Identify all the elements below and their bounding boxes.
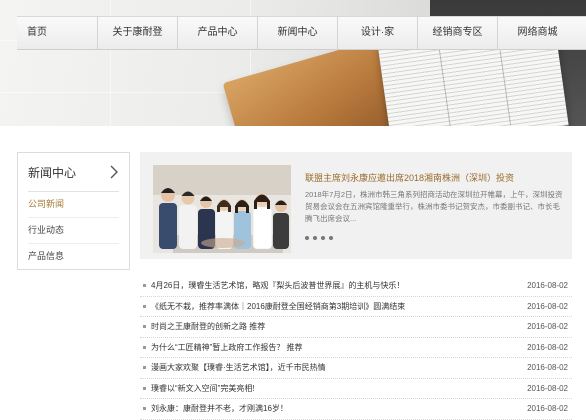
person-figure	[273, 200, 289, 249]
featured-news-summary: 2018年7月2日，株洲市韩三角系列招商活动在深圳拉开帷幕，上午，深圳投资贸易会…	[305, 190, 563, 223]
carousel-dot[interactable]	[313, 236, 317, 240]
nav-item-5[interactable]: 经销商专区	[417, 17, 497, 49]
featured-news-title[interactable]: 联盟主席刘永康应邀出席2018湘南株洲（深圳）投资	[305, 171, 567, 184]
bullet-icon	[143, 407, 146, 410]
featured-news: 联盟主席刘永康应邀出席2018湘南株洲（深圳）投资 2018年7月2日，株洲市韩…	[140, 152, 572, 259]
sidebar-list: 公司新闻 行业动态 产品信息	[18, 192, 129, 269]
nav-item-4[interactable]: 设计·家	[337, 17, 417, 49]
bullet-icon	[143, 386, 146, 390]
news-item[interactable]: 时尚之王康耐登的创新之路 推荐 2016-08-02	[140, 317, 572, 338]
sidebar-header: 新闻中心	[28, 153, 119, 192]
carousel-dot[interactable]	[329, 236, 333, 240]
news-item-date: 2016-08-02	[527, 342, 568, 352]
news-item-title[interactable]: 4月26日，璞睿生活艺术馆，略观『梨头后波普世界展』的主机与快乐！	[151, 276, 511, 295]
sidebar-item-2[interactable]: 产品信息	[28, 244, 119, 269]
news-item-date: 2016-08-02	[527, 383, 568, 393]
news-item-title[interactable]: 时尚之王康耐登的创新之路 推荐	[151, 317, 511, 336]
news-item-title[interactable]: 刘永康：康耐登并不老，才刚满16岁！	[151, 399, 511, 418]
nav-item-1[interactable]: 关于康耐登	[97, 17, 177, 49]
news-item-date: 2016-08-02	[527, 363, 568, 372]
bullet-icon	[143, 345, 146, 349]
news-item[interactable]: 4月26日，璞睿生活艺术馆，略观『梨头后波普世界展』的主机与快乐！ 2016-08…	[140, 276, 572, 297]
nav-item-6[interactable]: 网络商城	[497, 17, 577, 49]
news-item-title[interactable]: 璞睿以“新文入空间”完美亮相!	[151, 379, 511, 398]
news-item-title[interactable]: 《纸无不栽，推荐率满体｜2016康耐登全国经销商第3期培训》圆满结束	[151, 297, 511, 316]
sidebar-item-0[interactable]: 公司新闻	[28, 192, 119, 218]
news-item-date: 2016-08-02	[527, 281, 568, 290]
person-figure	[252, 193, 273, 250]
news-item[interactable]: 漫画大家欢聚【璞睿·生活艺术馆】，近千市民热情 2016-08-02	[140, 358, 572, 379]
news-photo[interactable]	[153, 165, 291, 253]
newspaper-column-rule	[437, 42, 452, 126]
news-item[interactable]: 为什么“工匠精神”暂上政府工作报告？ 推荐 2016-08-02	[140, 338, 572, 358]
sidebar-title: 新闻中心	[28, 165, 77, 180]
person-figure	[159, 188, 177, 249]
carousel-dot[interactable]	[305, 236, 309, 240]
nav-item-2[interactable]: 产品中心	[177, 17, 257, 49]
bullet-icon	[143, 325, 146, 328]
news-item[interactable]: 刘永康：康耐登并不老，才刚满16岁！ 2016-08-02	[140, 399, 572, 420]
news-item[interactable]: 璞睿以“新文入空间”完美亮相! 2016-08-02	[140, 379, 572, 399]
news-sidebar: 新闻中心 公司新闻 行业动态 产品信息	[17, 152, 130, 270]
news-list: 4月26日，璞睿生活艺术馆，略观『梨头后波普世界展』的主机与快乐！ 2016-08…	[140, 276, 572, 420]
news-item-title[interactable]: 为什么“工匠精神”暂上政府工作报告？ 推荐	[151, 338, 511, 357]
bullet-icon	[143, 304, 146, 308]
news-item-title[interactable]: 漫画大家欢聚【璞睿·生活艺术馆】，近千市民热情	[151, 358, 511, 377]
sidebar-item-1[interactable]: 行业动态	[28, 218, 119, 244]
nav-item-3[interactable]: 新闻中心	[257, 17, 337, 49]
nav-item-0[interactable]: 首页	[17, 17, 97, 49]
chevron-right-icon[interactable]	[109, 165, 119, 179]
news-item[interactable]: 《纸无不栽，推荐率满体｜2016康耐登全国经销商第3期培训》圆满结束 2016-0…	[140, 297, 572, 317]
news-item-date: 2016-08-02	[527, 404, 568, 413]
news-item-date: 2016-08-02	[527, 301, 568, 311]
carousel-dots	[305, 236, 333, 240]
news-item-date: 2016-08-02	[527, 322, 568, 331]
bullet-icon	[143, 284, 146, 287]
bullet-icon	[143, 366, 146, 369]
carousel-dot[interactable]	[321, 236, 325, 240]
main-nav: 首页 关于康耐登 产品中心 新闻中心 设计·家 经销商专区 网络商城	[17, 16, 586, 50]
